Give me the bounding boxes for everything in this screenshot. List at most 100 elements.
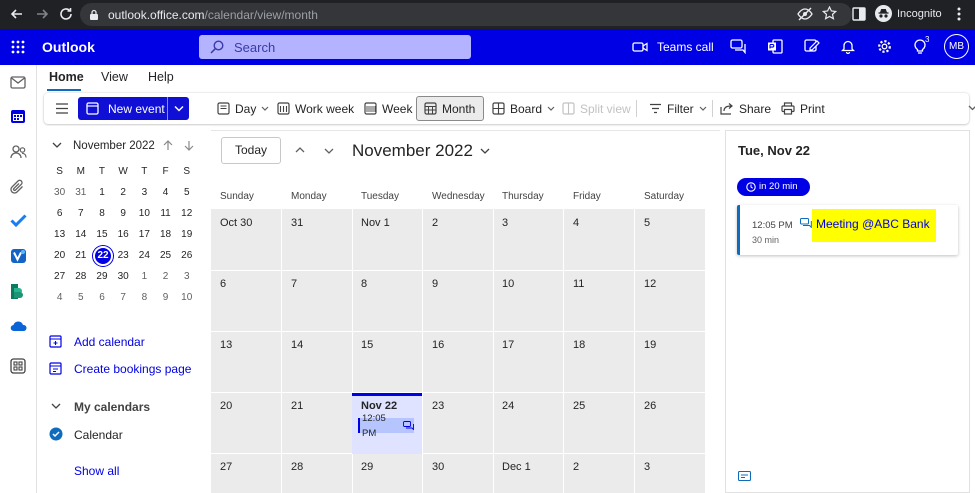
mini-day[interactable]: 13 (49, 229, 70, 240)
collapse-chevron-icon[interactable] (52, 142, 62, 149)
ribbon-collapse-icon[interactable] (968, 105, 975, 111)
filter-button[interactable]: Filter (649, 93, 707, 124)
mini-day[interactable]: 16 (113, 229, 134, 240)
mini-day[interactable]: 7 (113, 292, 134, 303)
mini-day[interactable]: 27 (49, 271, 70, 282)
month-title-picker[interactable]: November 2022 (352, 141, 490, 161)
day-number[interactable]: 9 (432, 278, 438, 290)
mini-day[interactable]: 6 (91, 292, 112, 303)
eye-off-icon[interactable] (797, 7, 813, 21)
mini-day[interactable]: 4 (155, 187, 176, 198)
mini-day[interactable]: 14 (70, 229, 91, 240)
calendar-item-label[interactable]: Calendar (74, 428, 123, 442)
mini-day[interactable]: 7 (70, 208, 91, 219)
onedrive-icon[interactable] (10, 321, 28, 332)
day-number[interactable]: Dec 1 (502, 461, 531, 473)
mini-day[interactable]: 5 (176, 187, 197, 198)
day-number[interactable]: 28 (291, 461, 303, 473)
create-bookings-link[interactable]: Create bookings page (74, 362, 191, 376)
day-view-button[interactable]: Day (217, 93, 269, 124)
back-icon[interactable] (9, 6, 25, 22)
mini-day[interactable]: 31 (70, 187, 91, 198)
day-number[interactable]: 8 (361, 278, 367, 290)
todo-check-icon[interactable] (10, 214, 27, 227)
more-apps-icon[interactable] (10, 358, 26, 374)
star-icon[interactable] (822, 6, 837, 21)
mini-day[interactable]: 3 (134, 187, 155, 198)
board-view-button[interactable]: Board (492, 93, 555, 124)
day-number[interactable]: 2 (573, 461, 579, 473)
print-button[interactable]: Print (781, 93, 825, 124)
tab-home[interactable]: Home (49, 70, 84, 84)
mini-day[interactable]: 21 (70, 250, 91, 261)
day-number[interactable]: 13 (220, 339, 232, 351)
forward-icon[interactable] (34, 6, 50, 22)
mini-day[interactable]: 11 (155, 208, 176, 219)
mini-day[interactable]: 8 (134, 292, 155, 303)
mini-day-selected[interactable]: 22 (93, 246, 113, 266)
day-number[interactable]: 4 (573, 217, 579, 229)
address-bar[interactable]: outlook.office.com/calendar/view/month (80, 3, 852, 26)
today-button[interactable]: Today (221, 137, 281, 164)
mini-day[interactable]: 2 (155, 271, 176, 282)
people-icon[interactable] (10, 145, 27, 159)
day-number[interactable]: 3 (502, 217, 508, 229)
sidebar-icon[interactable] (852, 7, 866, 21)
day-number[interactable]: Oct 30 (220, 217, 252, 229)
feedback-icon[interactable] (804, 39, 820, 54)
mini-day[interactable]: 5 (70, 292, 91, 303)
mini-day[interactable]: 18 (155, 229, 176, 240)
mini-day[interactable]: 2 (113, 187, 134, 198)
mini-day[interactable]: 1 (134, 271, 155, 282)
day-number[interactable]: Nov 1 (361, 217, 390, 229)
week-view-button[interactable]: Week (364, 93, 412, 124)
reload-icon[interactable] (58, 6, 74, 22)
avatar[interactable]: MB (944, 34, 969, 59)
day-number[interactable]: 30 (432, 461, 444, 473)
day-number[interactable]: 7 (291, 278, 297, 290)
day-number[interactable]: 23 (432, 400, 444, 412)
vertical-scrollbar[interactable] (708, 209, 720, 493)
mini-calendar-title[interactable]: November 2022 (73, 140, 155, 152)
previous-month-icon[interactable] (295, 146, 305, 153)
work-week-view-button[interactable]: Work week (277, 93, 354, 124)
arrow-down-icon[interactable] (184, 140, 194, 151)
mini-day[interactable]: 30 (113, 271, 134, 282)
mini-day[interactable]: 29 (91, 271, 112, 282)
mini-day[interactable]: 3 (176, 271, 197, 282)
bookings-icon[interactable] (10, 283, 25, 300)
mini-day[interactable]: 1 (91, 187, 112, 198)
day-number[interactable]: 27 (220, 461, 232, 473)
arrow-up-icon[interactable] (163, 140, 173, 151)
mini-day[interactable]: 17 (134, 229, 155, 240)
day-number[interactable]: 12 (644, 278, 656, 290)
app-launcher-icon[interactable] (11, 40, 25, 54)
kebab-menu-icon[interactable] (957, 7, 961, 21)
mini-day[interactable]: 23 (113, 250, 134, 261)
hamburger-menu-icon[interactable] (55, 103, 69, 114)
teams-call-button[interactable]: Teams call (632, 40, 714, 54)
bell-icon[interactable] (841, 39, 855, 54)
day-number[interactable]: 5 (644, 217, 650, 229)
today-day-number[interactable]: Nov 22 (361, 400, 397, 412)
mini-day[interactable]: 10 (176, 292, 197, 303)
mini-day[interactable]: 10 (134, 208, 155, 219)
chevron-down-icon[interactable] (51, 403, 61, 410)
checkbox-checked-icon[interactable] (49, 427, 63, 441)
add-calendar-link[interactable]: Add calendar (74, 335, 145, 349)
day-number[interactable]: 6 (220, 278, 226, 290)
day-number[interactable]: 2 (432, 217, 438, 229)
chat-icon[interactable] (730, 39, 746, 54)
day-number[interactable]: 26 (644, 400, 656, 412)
day-number[interactable]: 17 (502, 339, 514, 351)
day-number[interactable]: 18 (573, 339, 585, 351)
office-icon[interactable] (767, 39, 783, 54)
mini-day[interactable]: 19 (176, 229, 197, 240)
mini-day[interactable]: 25 (155, 250, 176, 261)
day-number[interactable]: 14 (291, 339, 303, 351)
brand-name[interactable]: Outlook (42, 39, 95, 55)
mini-day[interactable]: 4 (49, 292, 70, 303)
day-number[interactable]: 15 (361, 339, 373, 351)
new-event-dropdown[interactable] (167, 97, 189, 120)
day-number[interactable]: 16 (432, 339, 444, 351)
